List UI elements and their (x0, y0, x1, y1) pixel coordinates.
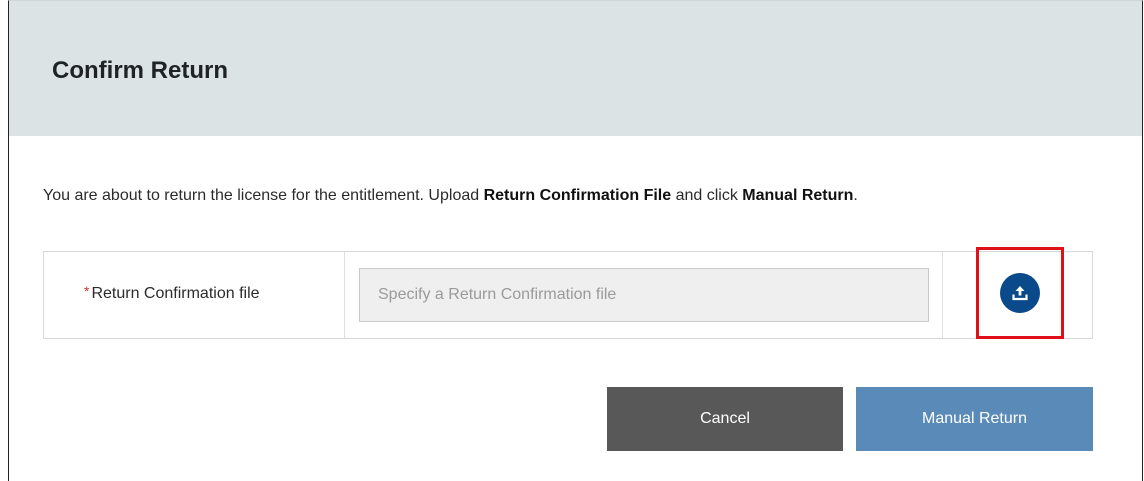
dialog-header: Confirm Return (9, 1, 1142, 136)
upload-icon (1012, 286, 1028, 301)
field-label-text: Return Confirmation file (91, 285, 260, 302)
return-confirmation-file-label: * Return Confirmation file (84, 283, 260, 303)
message-bold-manual-return: Manual Return (742, 187, 854, 204)
manual-return-button[interactable]: Manual Return (856, 387, 1093, 451)
upload-button[interactable] (1000, 273, 1040, 313)
cancel-button[interactable]: Cancel (607, 387, 843, 451)
message-text-1: You are about to return the license for … (43, 187, 484, 204)
dialog-message: You are about to return the license for … (43, 186, 858, 206)
file-label-cell: * Return Confirmation file (44, 252, 345, 338)
return-confirmation-file-input[interactable] (359, 268, 929, 322)
message-bold-return-confirmation-file: Return Confirmation File (483, 187, 672, 204)
message-text-2: and click (671, 187, 743, 204)
required-marker: * (84, 283, 90, 299)
message-text-3: . (853, 187, 858, 204)
return-confirmation-file-row: * Return Confirmation file (43, 251, 1093, 339)
file-input-cell (345, 252, 943, 338)
dialog-title: Confirm Return (52, 57, 228, 84)
